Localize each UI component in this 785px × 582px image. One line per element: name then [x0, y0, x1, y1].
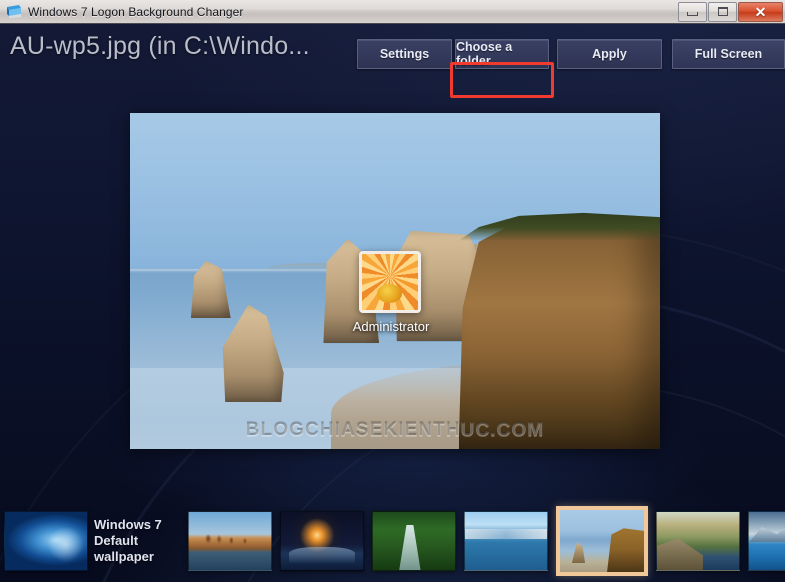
list-item[interactable]: Windows 7 Default wallpaper [0, 505, 184, 577]
application-window: Windows 7 Logon Background Changer ✕ AU-… [0, 0, 785, 582]
thumbnail-forest-waterfall[interactable] [372, 511, 456, 571]
logon-screen-preview[interactable]: Administrator BLOGCHIASEKIENTHUC.COM [130, 113, 660, 449]
desktop-background: AU-wp5.jpg (in C:\Windo... Settings Choo… [0, 24, 785, 582]
thumbnail-fireworks[interactable] [280, 511, 364, 571]
monitor-icon [6, 4, 22, 20]
title-bar: Windows 7 Logon Background Changer ✕ [0, 0, 785, 24]
list-item[interactable] [460, 505, 552, 577]
minimize-button[interactable] [678, 1, 707, 22]
avatar[interactable] [359, 251, 421, 313]
thumbnail-windows7-default[interactable] [4, 511, 88, 571]
user-name-label: Administrator [352, 319, 430, 334]
thumbnail-sydney-harbour[interactable] [464, 511, 548, 571]
watermark: BLOGCHIASEKIENTHUC.COM [245, 420, 545, 442]
list-item[interactable] [552, 505, 652, 577]
list-item[interactable] [276, 505, 368, 577]
settings-button[interactable]: Settings [357, 39, 452, 69]
current-file-label: AU-wp5.jpg (in C:\Windo... [10, 32, 310, 60]
thumbnail-strip[interactable]: Windows 7 Default wallpaper [0, 500, 785, 582]
thumbnail-twelve-apostles-selected[interactable] [556, 506, 648, 576]
choose-a-folder-button[interactable]: Choose a folder [455, 39, 549, 69]
flower-petals-icon [362, 254, 418, 310]
thumbnail-baobab-trees[interactable] [188, 511, 272, 571]
full-screen-button[interactable]: Full Screen [672, 39, 785, 69]
list-item[interactable] [744, 505, 785, 577]
close-button[interactable]: ✕ [738, 1, 783, 22]
window-title: Windows 7 Logon Background Changer [28, 4, 244, 19]
close-icon: ✕ [754, 3, 767, 20]
list-item[interactable] [368, 505, 460, 577]
maximize-button[interactable] [708, 1, 737, 22]
thumbnail-mountain-lake[interactable] [748, 511, 785, 571]
toolbar: AU-wp5.jpg (in C:\Windo... Settings Choo… [0, 24, 785, 98]
list-item[interactable] [652, 505, 744, 577]
list-item[interactable] [184, 505, 276, 577]
maximize-icon [717, 7, 728, 16]
window-controls: ✕ [677, 1, 783, 22]
preview-water-shimmer [130, 368, 512, 423]
preview-main-cliff [458, 213, 660, 449]
apply-button[interactable]: Apply [557, 39, 662, 69]
minimize-icon [687, 12, 698, 16]
thumbnail-river-valley[interactable] [656, 511, 740, 571]
thumbnail-caption: Windows 7 Default wallpaper [94, 517, 162, 564]
